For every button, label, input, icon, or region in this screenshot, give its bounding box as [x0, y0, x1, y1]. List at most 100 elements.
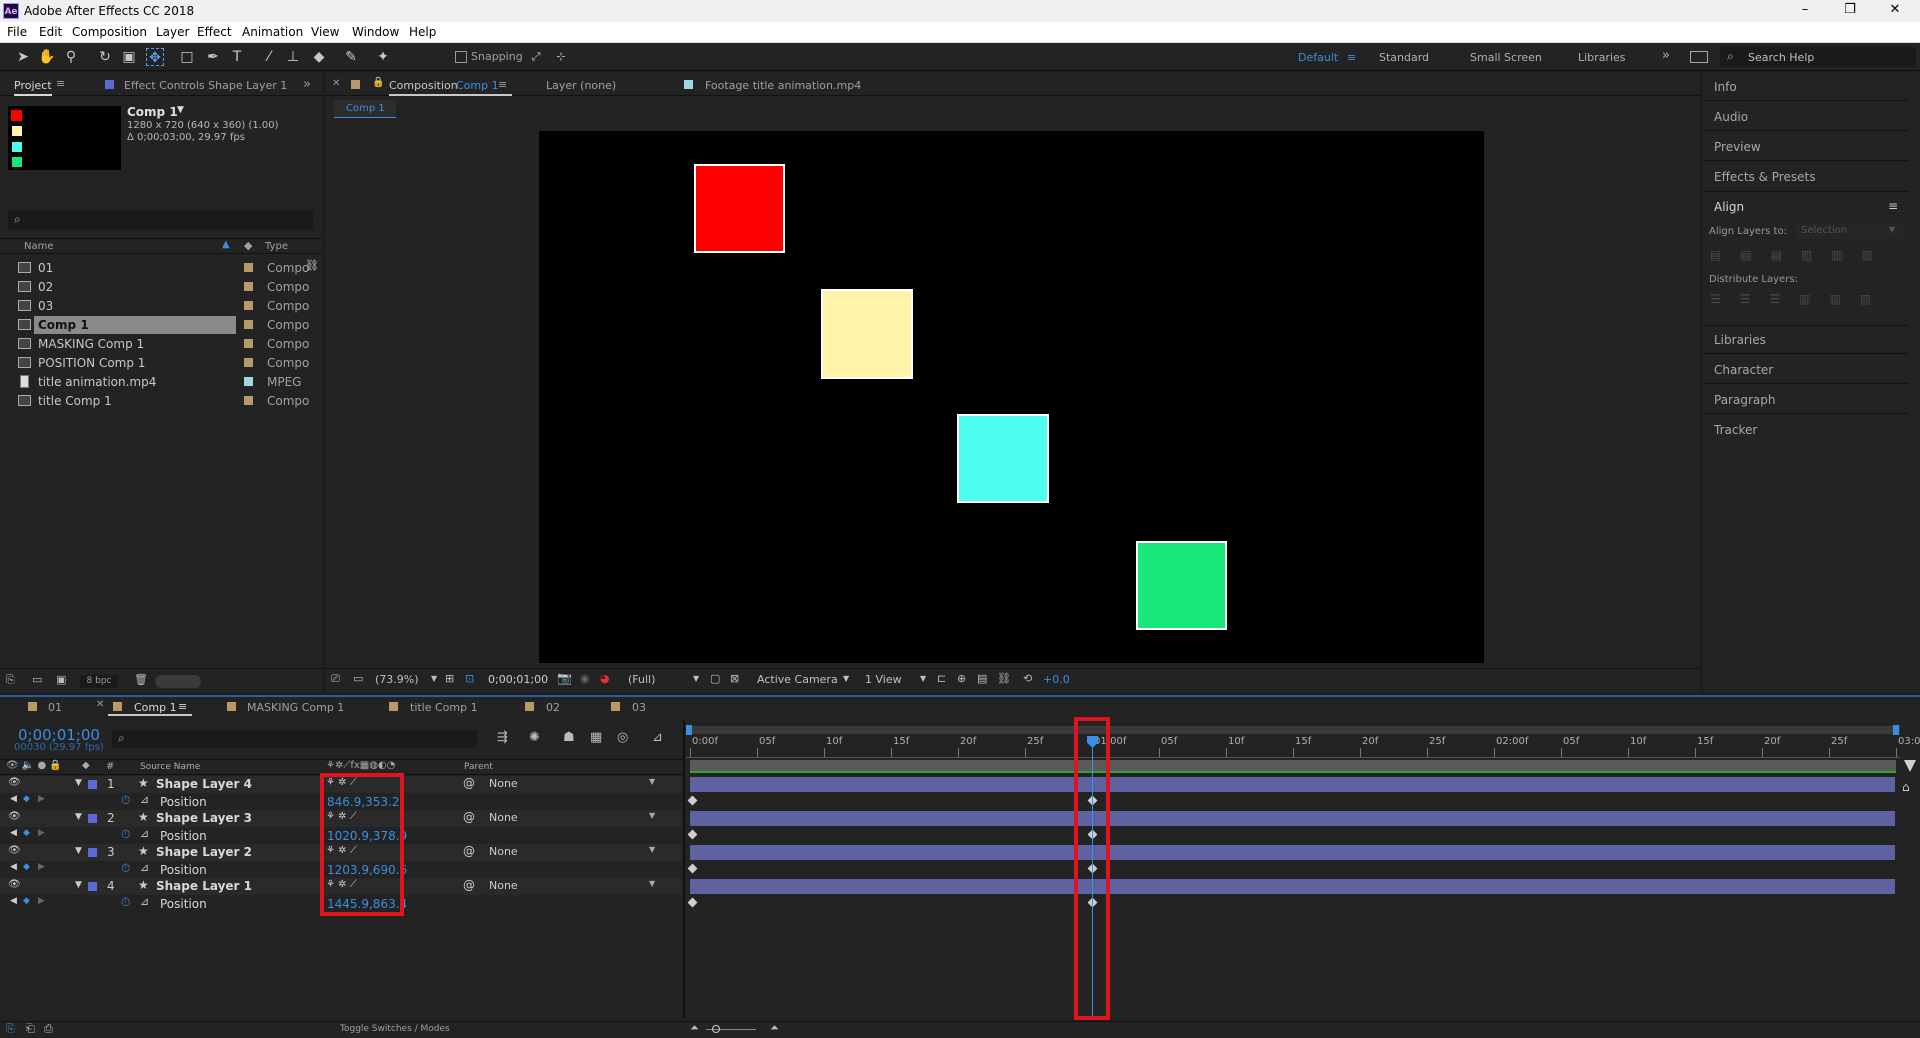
prev-keyframe-icon[interactable]: ◀	[10, 828, 17, 838]
layer-name[interactable]: Shape Layer 4	[156, 777, 252, 791]
add-keyframe-icon[interactable]: ◆	[23, 862, 30, 872]
toggle-transparency-icon[interactable]: ⊠	[730, 672, 739, 685]
next-keyframe-icon[interactable]: ▶	[38, 828, 45, 838]
timeline-icon[interactable]: ▤	[977, 672, 987, 685]
menu-edit[interactable]: Edit	[39, 25, 62, 39]
stopwatch-icon[interactable]: ⏱	[121, 861, 130, 876]
panel-libraries[interactable]: Libraries	[1714, 333, 1766, 347]
roto-brush-tool-icon[interactable]: ✎	[342, 48, 360, 66]
tab-footage[interactable]: Footage title animation.mp4	[705, 79, 861, 92]
pickwhip-icon[interactable]: @	[463, 844, 475, 858]
comp-button-icon[interactable]: ⌂	[1902, 780, 1910, 794]
visibility-eye-icon[interactable]: 👁	[8, 777, 21, 788]
close-timeline-tab-icon[interactable]: ✕	[96, 699, 104, 710]
prev-keyframe-icon[interactable]: ◀	[10, 896, 17, 906]
panel-preview[interactable]: Preview	[1714, 140, 1761, 154]
yellow-square[interactable]	[821, 289, 913, 379]
timeline-search-input[interactable]: ⌕	[112, 730, 477, 748]
tab-project[interactable]: Project	[14, 79, 52, 96]
selection-tool-icon[interactable]: ➤	[14, 48, 32, 66]
views-dropdown[interactable]: 1 View ▼	[865, 673, 930, 689]
menu-composition[interactable]: Composition	[72, 25, 147, 39]
prev-keyframe-icon[interactable]: ◀	[10, 862, 17, 872]
tab-effect-controls[interactable]: Effect Controls Shape Layer 1	[124, 79, 287, 92]
viewer-menu-icon[interactable]: ≡	[498, 78, 507, 91]
twirl-down-icon[interactable]: ▼	[75, 880, 82, 890]
trash-icon[interactable]: 🗑	[134, 673, 148, 686]
flowchart-icon[interactable]: ⛓	[305, 259, 319, 272]
reset-exposure-icon[interactable]: ⟲	[1023, 672, 1032, 685]
add-keyframe-icon[interactable]: ◆	[23, 794, 30, 804]
next-keyframe-icon[interactable]: ▶	[38, 794, 45, 804]
show-snapshot-icon[interactable]: ◉	[580, 672, 590, 685]
zoom-in-icon[interactable]: ⏶	[770, 1021, 779, 1035]
workspace-default[interactable]: Default	[1298, 51, 1338, 64]
workspace-overflow-icon[interactable]: »	[1662, 48, 1670, 63]
motion-blur-icon[interactable]: ◎	[617, 730, 628, 745]
workspace-standard[interactable]: Standard	[1379, 51, 1429, 64]
project-item[interactable]: 03 Compo	[14, 297, 314, 316]
stopwatch-icon[interactable]: ⏱	[121, 827, 130, 842]
layer-name[interactable]: Shape Layer 2	[156, 845, 252, 859]
hand-tool-icon[interactable]: ✋	[38, 48, 56, 66]
panel-align[interactable]: Align	[1714, 200, 1744, 214]
rectangle-tool-icon[interactable]: □	[178, 48, 196, 66]
exposure-value[interactable]: +0.0	[1043, 673, 1070, 686]
green-square[interactable]	[1136, 541, 1227, 630]
comp-flowchart-icon[interactable]: ⛓	[997, 672, 1011, 685]
red-square[interactable]	[694, 164, 785, 253]
timeline-tab-02[interactable]: 02	[546, 701, 560, 714]
graph-icon[interactable]: ⊿	[140, 895, 149, 908]
menu-file[interactable]: File	[7, 25, 27, 39]
workspace-small-screen[interactable]: Small Screen	[1470, 51, 1542, 64]
graph-icon[interactable]: ⊿	[140, 793, 149, 806]
workspace-menu-icon[interactable]: ≡	[1347, 51, 1356, 64]
type-tool-icon[interactable]: T	[228, 48, 246, 66]
next-keyframe-icon[interactable]: ▶	[38, 896, 45, 906]
distribute-buttons-row[interactable]: ☰☰☰▥▥▥	[1710, 292, 1900, 306]
parent-dropdown[interactable]: None ▼	[485, 776, 661, 792]
stopwatch-icon[interactable]: ⏱	[121, 793, 130, 808]
project-item[interactable]: MASKING Comp 1 Compo	[14, 335, 314, 354]
col-parent[interactable]: Parent	[464, 762, 493, 772]
composition-canvas[interactable]	[539, 131, 1484, 663]
align-target-dropdown[interactable]: Selection ▼	[1795, 223, 1903, 239]
zoom-dropdown[interactable]: (73.9%) ▼	[375, 673, 445, 689]
puppet-pin-tool-icon[interactable]: ✦	[374, 48, 392, 66]
bpc-button[interactable]: 8 bpc	[80, 675, 118, 688]
viewer-timecode[interactable]: 0;00;01;00	[488, 673, 548, 686]
col-type-header[interactable]: Type	[265, 241, 288, 252]
in-out-toggle-icon[interactable]: ⎙	[44, 1022, 53, 1036]
modes-toggle-icon[interactable]: ⎗	[26, 1022, 35, 1036]
cyan-square[interactable]	[957, 414, 1049, 503]
add-keyframe-icon[interactable]: ◆	[23, 896, 30, 906]
transparency-grid-icon[interactable]: ⊡	[465, 672, 474, 685]
align-buttons-row[interactable]: ▤▤▤▥▥▥	[1710, 248, 1900, 262]
twirl-down-icon[interactable]: ▼	[75, 846, 82, 856]
eraser-tool-icon[interactable]: ◆	[310, 48, 328, 66]
camera-tool-icon[interactable]: ▣	[120, 48, 138, 66]
menu-view[interactable]: View	[311, 25, 339, 39]
pen-tool-icon[interactable]: ✒	[204, 48, 222, 66]
panel-info[interactable]: Info	[1714, 80, 1737, 94]
stopwatch-icon[interactable]: ⏱	[121, 895, 130, 910]
close-button[interactable]: ✕	[1880, 2, 1910, 20]
time-ruler[interactable]: 0:00f 05f 10f 15f 20f 25f 01:00f 05f 10f 15f 20f 25…	[686, 736, 1920, 758]
toggle-switches-modes[interactable]: Toggle Switches / Modes	[340, 1024, 450, 1034]
menu-help[interactable]: Help	[409, 25, 436, 39]
prev-keyframe-icon[interactable]: ◀	[10, 794, 17, 804]
project-menu-icon[interactable]: ≡	[56, 77, 65, 90]
visibility-eye-icon[interactable]: 👁	[8, 879, 21, 890]
visibility-eye-icon[interactable]: 👁	[8, 811, 21, 822]
tab-composition-name[interactable]: Comp 1	[456, 79, 499, 92]
menu-animation[interactable]: Animation	[242, 25, 303, 39]
project-search-input[interactable]: ⌕	[8, 211, 313, 230]
twirl-down-icon[interactable]: ▼	[75, 778, 82, 788]
layer-name[interactable]: Shape Layer 3	[156, 811, 252, 825]
region-of-interest-icon[interactable]: ▢	[710, 672, 720, 685]
snapshot-icon[interactable]: 📷	[557, 671, 572, 685]
parent-dropdown[interactable]: None ▼	[485, 844, 661, 860]
fast-previews-icon[interactable]: ⊕	[957, 672, 966, 685]
comp-dropdown-icon[interactable]: ▼	[177, 105, 184, 115]
timeline-tab-comp1[interactable]: Comp 1	[134, 701, 177, 714]
